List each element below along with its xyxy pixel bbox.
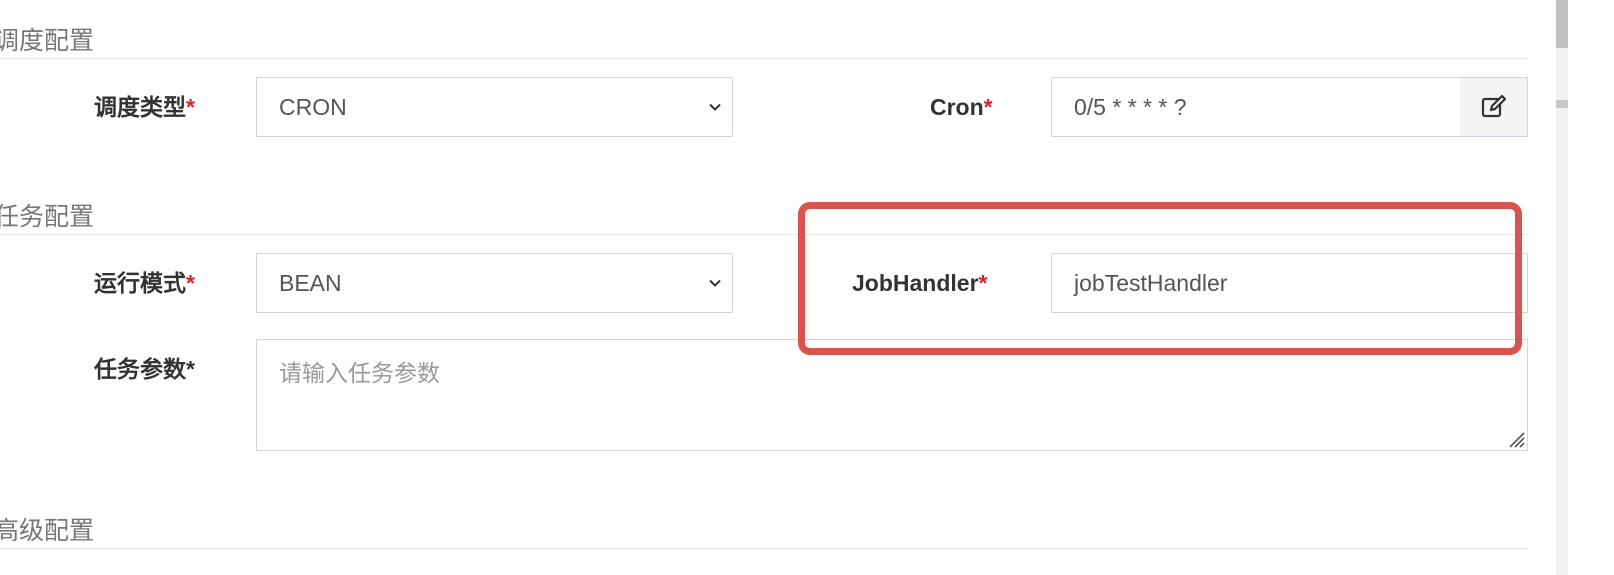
section-title-schedule: 调度配置 — [0, 27, 95, 55]
required-mark: * — [186, 270, 195, 296]
scrollbar-track[interactable] — [1556, 0, 1568, 575]
chevron-down-icon — [709, 103, 721, 111]
job-handler-value: jobTestHandler — [1074, 269, 1228, 296]
run-mode-value: BEAN — [279, 269, 342, 296]
job-handler-input[interactable]: jobTestHandler — [1051, 253, 1528, 313]
job-handler-label: JobHandler* — [852, 270, 988, 296]
cron-input[interactable]: 0/5 * * * * ? — [1051, 77, 1461, 137]
cron-value: 0/5 * * * * ? — [1074, 93, 1187, 120]
required-mark: * — [186, 94, 195, 120]
job-config-form: 调度配置 调度类型* CRON Cron* 0/5 * * * * ? 任务配置… — [0, 0, 1614, 575]
section-divider — [0, 58, 1528, 59]
schedule-type-value: CRON — [279, 93, 347, 120]
chevron-down-icon — [709, 279, 721, 287]
section-title-advanced: 高级配置 — [0, 517, 95, 545]
scrollbar-thumb[interactable] — [1556, 0, 1568, 48]
required-mark: * — [983, 94, 993, 120]
task-params-textarea[interactable]: 请输入任务参数 — [256, 339, 1528, 451]
run-mode-label: 运行模式* — [94, 270, 195, 296]
edit-icon — [1481, 95, 1506, 118]
run-mode-select[interactable]: BEAN — [256, 253, 733, 313]
task-params-label: 任务参数* — [94, 356, 195, 382]
required-mark: * — [978, 270, 988, 296]
cron-label: Cron* — [930, 94, 993, 120]
scrollbar-marker — [1556, 100, 1568, 108]
cron-edit-button[interactable] — [1460, 77, 1528, 137]
schedule-type-label: 调度类型* — [94, 94, 195, 120]
section-divider — [0, 234, 1528, 235]
section-divider — [0, 548, 1528, 549]
schedule-type-select[interactable]: CRON — [256, 77, 733, 137]
required-mark: * — [186, 356, 195, 382]
resize-handle-icon[interactable] — [1507, 430, 1525, 448]
section-title-task: 任务配置 — [0, 203, 95, 231]
task-params-placeholder: 请输入任务参数 — [279, 360, 440, 386]
